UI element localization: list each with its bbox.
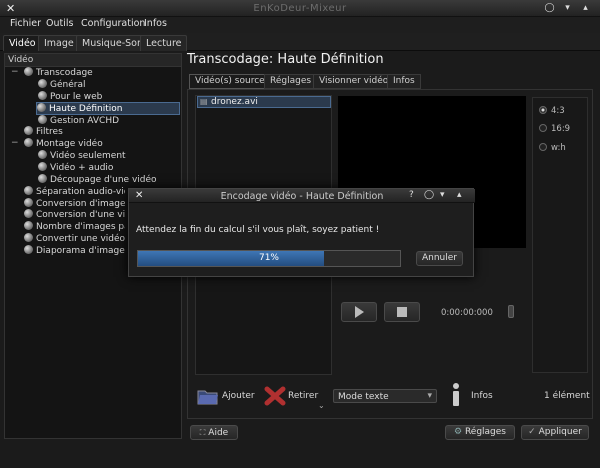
dropdown-arrow-icon: ▾	[427, 391, 432, 401]
progress-text: 71%	[258, 253, 279, 263]
info-icon[interactable]	[451, 383, 461, 407]
radio-4-3[interactable]: 4:3	[539, 106, 565, 116]
item-icon	[38, 115, 47, 124]
sidebar-item-decoupage[interactable]: Découpage d'une vidéo	[38, 174, 180, 186]
stop-icon	[397, 307, 407, 317]
settings-button[interactable]: ⚙ Réglages	[445, 425, 515, 440]
sidebar-item-conversion-video[interactable]: Conversion d'une vidéo	[24, 209, 125, 221]
stop-button[interactable]	[384, 302, 420, 322]
dialog-title-bar: ✕ Encodage vidéo - Haute Définition ? ◯ …	[129, 189, 475, 203]
item-icon	[24, 67, 33, 76]
sidebar-item-separation[interactable]: Séparation audio-vidéo	[24, 186, 125, 198]
aspect-ratio-group: 4:3 16:9 w:h	[532, 97, 588, 373]
remove-icon[interactable]	[264, 386, 286, 406]
subtab-visionner[interactable]: Visionner vidéo	[313, 74, 395, 89]
subtab-reglages[interactable]: Réglages	[264, 74, 318, 89]
tab-musique-son[interactable]: Musique-Son	[76, 35, 149, 51]
item-icon	[38, 174, 47, 183]
play-button[interactable]	[341, 302, 377, 322]
sidebar-item-montage-video[interactable]: Montage vidéo	[24, 138, 180, 150]
help-icon[interactable]: ?	[409, 190, 414, 200]
folder-icon[interactable]	[197, 386, 219, 406]
radio-off-icon	[539, 124, 547, 132]
time-display: 0:00:00:000	[441, 308, 493, 318]
add-label[interactable]: Ajouter	[222, 391, 255, 401]
item-icon	[24, 186, 33, 195]
item-icon	[37, 103, 46, 112]
volume-slider[interactable]	[508, 305, 514, 318]
settings-icon: ⚙	[453, 427, 463, 437]
item-icon	[38, 162, 47, 171]
sidebar-item-transcodage[interactable]: Transcodage	[24, 67, 180, 79]
video-file-icon: ▤	[200, 97, 208, 106]
item-icon	[24, 221, 33, 230]
minimize-icon[interactable]: ▾	[562, 3, 573, 14]
item-icon	[24, 233, 33, 242]
tab-image[interactable]: Image	[38, 35, 80, 51]
file-item[interactable]: ▤ dronez.avi	[197, 96, 331, 108]
expander-transcodage[interactable]: −	[11, 67, 19, 77]
tab-video[interactable]: Vidéo	[3, 35, 42, 51]
menu-configuration[interactable]: Configuration	[81, 18, 145, 29]
sidebar-item-video-audio[interactable]: Vidéo + audio	[38, 162, 180, 174]
sidebar-item-general[interactable]: Général	[38, 79, 180, 91]
sidebar-item-haute-definition[interactable]: Haute Définition	[36, 102, 180, 115]
progress-bar: 71%	[137, 250, 401, 267]
cancel-button[interactable]: Annuler	[416, 251, 463, 266]
item-icon	[24, 198, 33, 207]
item-icon	[24, 126, 33, 135]
sidebar-item-nombre-images[interactable]: Nombre d'images par	[24, 221, 125, 233]
apply-button[interactable]: ✓ Appliquer	[521, 425, 589, 440]
window-title: EnKoDeur-Mixeur	[253, 3, 347, 14]
subtab-videos-source[interactable]: Vidéo(s) source	[189, 74, 271, 89]
item-count: 1 élément	[544, 391, 590, 401]
infos-label[interactable]: Infos	[471, 391, 493, 401]
menu-infos[interactable]: Infos	[144, 18, 167, 29]
expand-icon: ⛶	[199, 428, 206, 437]
item-icon	[24, 209, 33, 218]
minimize-icon[interactable]: ▾	[440, 190, 445, 200]
item-icon	[38, 91, 47, 100]
item-icon	[38, 150, 47, 159]
item-icon	[24, 138, 33, 147]
expander-montage[interactable]: −	[11, 138, 19, 148]
check-icon: ✓	[528, 427, 536, 437]
item-icon	[38, 79, 47, 88]
menu-circle-icon[interactable]: ◯	[544, 3, 555, 14]
sidebar-item-video-seulement[interactable]: Vidéo seulement	[38, 150, 180, 162]
help-button[interactable]: ⛶ Aide	[190, 425, 238, 440]
item-icon	[24, 245, 33, 254]
remove-label[interactable]: Retirer	[288, 391, 318, 401]
play-icon	[355, 306, 364, 318]
menu-circle-icon[interactable]: ◯	[424, 190, 434, 200]
sidebar-header: Vidéo	[5, 54, 181, 67]
mode-select[interactable]: Mode texte ▾	[333, 389, 437, 403]
dialog-message: Attendez la fin du calcul s'il vous plaî…	[136, 225, 380, 235]
radio-off-icon	[539, 143, 547, 151]
sidebar-item-filtres[interactable]: Filtres	[24, 126, 180, 138]
sidebar-item-diaporama[interactable]: Diaporama d'images	[24, 245, 125, 257]
sidebar-item-convertir-video[interactable]: Convertir une vidéo en	[24, 233, 125, 245]
menu-bar: Fichier Outils Configuration Infos	[0, 17, 600, 33]
radio-16-9[interactable]: 16:9	[539, 124, 570, 134]
main-tab-bar: Vidéo Image Musique-Son Lecture	[0, 33, 600, 51]
menu-fichier[interactable]: Fichier	[10, 18, 41, 29]
radio-on-icon	[539, 106, 547, 114]
page-title: Transcodage: Haute Définition	[187, 52, 384, 67]
radio-w-h[interactable]: w:h	[539, 143, 566, 153]
subtab-infos[interactable]: Infos	[387, 74, 421, 89]
tab-lecture[interactable]: Lecture	[140, 35, 188, 51]
maximize-icon[interactable]: ▴	[457, 190, 462, 200]
maximize-icon[interactable]: ▴	[580, 3, 591, 14]
title-bar: ✕ EnKoDeur-Mixeur ◯ ▾ ▴	[0, 0, 600, 17]
chevron-down-icon[interactable]: ⌄	[318, 401, 325, 410]
menu-outils[interactable]: Outils	[46, 18, 73, 29]
encoding-dialog: ✕ Encodage vidéo - Haute Définition ? ◯ …	[128, 188, 475, 277]
